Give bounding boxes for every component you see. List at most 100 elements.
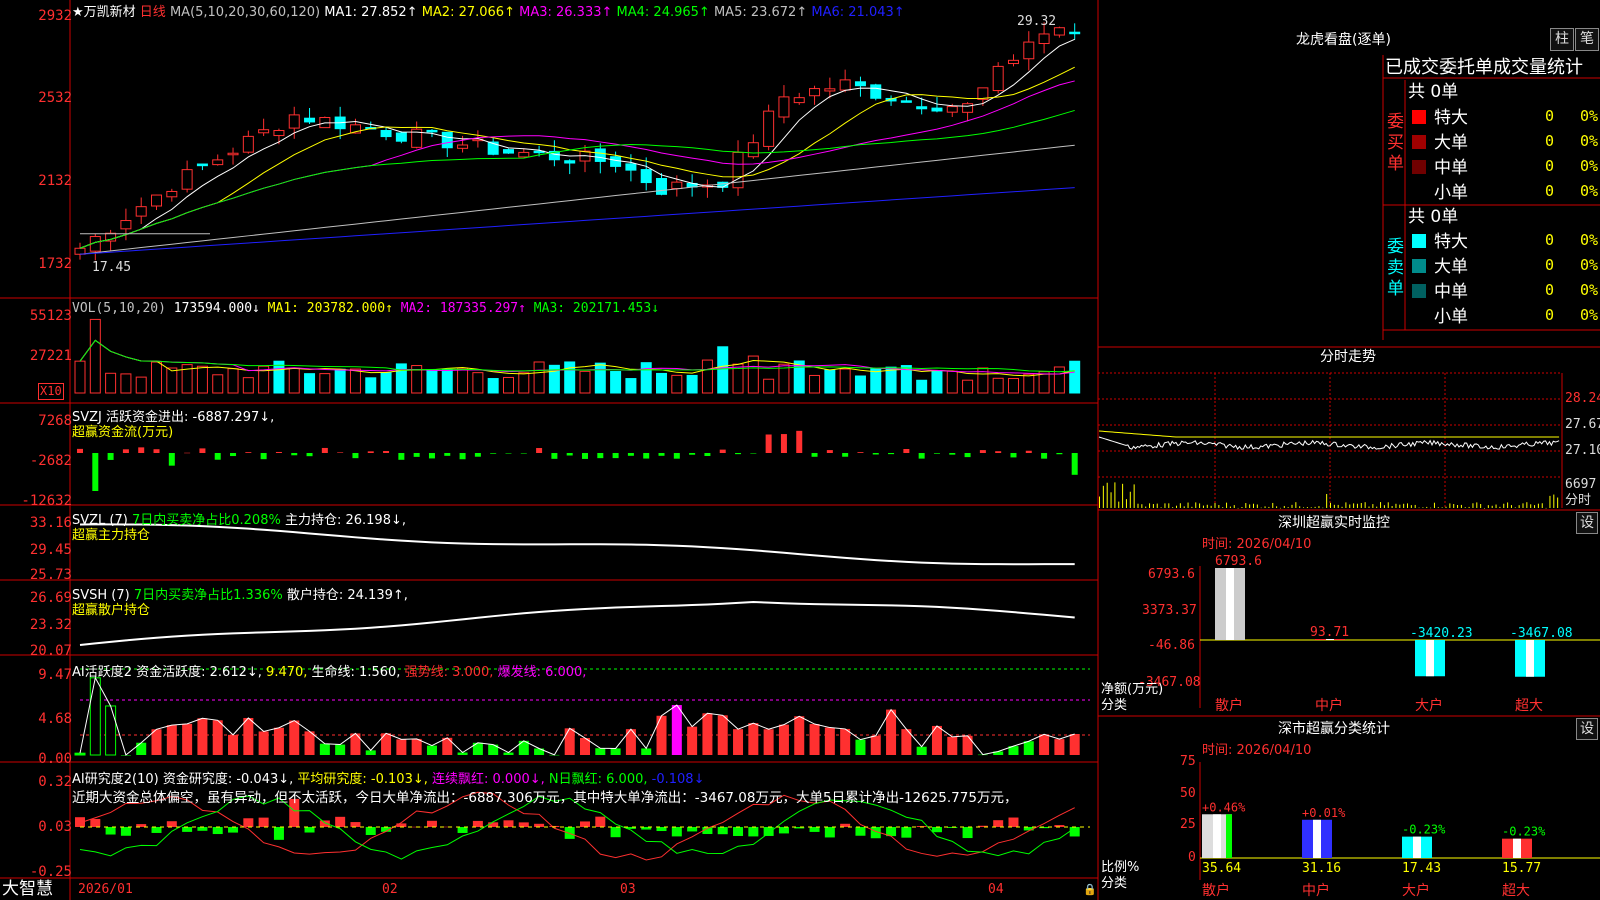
flow-bar [275, 451, 282, 453]
volume-bar [105, 372, 117, 394]
activity-bar [947, 736, 958, 755]
flow-bar [658, 453, 665, 456]
activity-bar [304, 731, 315, 755]
intraday-volume-bar [1372, 504, 1374, 508]
flow-bar [107, 453, 114, 460]
monitor-y-tick: -46.86 [1148, 638, 1195, 653]
intraday-volume-bar [1102, 485, 1104, 508]
sell-order-row: 大单 0 0% [1410, 255, 1600, 277]
monitor-settings-button[interactable]: 设 [1576, 512, 1598, 534]
buy-total: 共 0单 [1408, 82, 1459, 102]
research-bar [304, 827, 315, 833]
intraday-volume-bar [1480, 504, 1482, 508]
volume-bar [992, 377, 1004, 394]
volume-bar [457, 367, 469, 394]
flow-bar [138, 447, 145, 453]
low-price-label: 17.45 [92, 260, 132, 275]
flow-bar [627, 453, 634, 456]
ai1-y-tick: 0.00 [38, 751, 72, 767]
volume-bar [854, 375, 866, 394]
activity-bar [763, 729, 774, 755]
candle-body [1069, 31, 1081, 35]
candle-body [426, 129, 438, 133]
intraday-volume-bar [1287, 507, 1289, 508]
candle-body [441, 131, 453, 149]
sell-order-name: 特大 [1434, 232, 1468, 252]
activity-bar [319, 743, 330, 755]
date-tick: 02 [382, 882, 398, 897]
research-bar [610, 827, 621, 838]
activity-bar [855, 739, 866, 755]
intraday-price-tick: 28.24 [1565, 391, 1600, 406]
svzj-subtitle: 超赢资金流(万元) [72, 425, 174, 440]
stats-y-tick: 75 [1180, 754, 1196, 769]
ai2-research: 资金研究度: -0.043↓, [162, 772, 294, 787]
dragon-panel-title: 龙虎看盘(逐单) [1296, 32, 1391, 48]
flow-bar [1041, 453, 1048, 459]
volume-bar [610, 371, 622, 394]
flow-bar [536, 448, 543, 453]
intraday-volume-bar [1214, 503, 1216, 508]
intraday-volume-bar [1145, 506, 1147, 508]
flow-bar [612, 453, 619, 459]
activity-bar [641, 748, 652, 755]
svzj-y-tick: -12632 [21, 493, 72, 509]
flow-bar [719, 449, 726, 453]
intraday-volume-bar [1487, 505, 1489, 508]
intraday-volume-bar [1226, 502, 1228, 508]
sell-order-name: 小单 [1434, 307, 1468, 327]
candle-body [135, 206, 147, 217]
vol-value: 173594.000↓ [173, 301, 260, 316]
intraday-title: 分时走势 [1320, 349, 1376, 365]
intraday-volume-bar [1337, 504, 1339, 508]
research-bar [335, 816, 346, 827]
flow-bar [520, 453, 527, 454]
lock-icon[interactable]: 🔒 [1083, 882, 1097, 897]
intraday-volume-bar [1110, 492, 1112, 508]
intraday-volume-bar [1541, 503, 1543, 508]
flow-bar [291, 453, 298, 456]
intraday-volume-bar [1445, 506, 1447, 508]
volume-bar [640, 362, 652, 394]
stats-settings-button[interactable]: 设 [1576, 718, 1598, 740]
flow-bar [704, 453, 711, 457]
intraday-volume-bar [1133, 484, 1135, 508]
ma6-value: MA6: 21.043↑ [811, 5, 905, 20]
flow-bar [1056, 453, 1063, 455]
monitor-value-label: -3420.23 [1410, 626, 1473, 641]
activity-bar [136, 742, 147, 755]
activity-bar [335, 744, 346, 755]
intraday-volume-bar [1125, 499, 1127, 508]
volume-bar [365, 377, 377, 394]
volume-bar [242, 377, 254, 394]
intraday-volume-bar [1399, 504, 1401, 508]
ai2-y-tick: 0.32 [38, 774, 72, 790]
research-bar [503, 820, 514, 827]
bar-mode-button[interactable]: 柱 [1550, 28, 1574, 51]
intraday-volume-bar [1218, 504, 1220, 508]
candle-body [564, 160, 576, 164]
intraday-volume-bar [1380, 502, 1382, 508]
kline-chart-canvas[interactable]: 6793.6 散户 93.71 中户 -3420.23 大户 -3467.08 超大 +0.46… [0, 0, 1600, 900]
intraday-volume-bar [1118, 501, 1120, 508]
flow-bar [459, 453, 466, 460]
monitor-y-tick: 3373.37 [1142, 603, 1197, 618]
stock-title[interactable]: ★万凯新材 [72, 5, 136, 20]
monitor-category-label: 大户 [1415, 697, 1443, 714]
pen-mode-button[interactable]: 笔 [1575, 28, 1599, 51]
intraday-volume-bar [1387, 502, 1389, 508]
stats-bar-highlight [1413, 836, 1421, 858]
research-bar [733, 827, 744, 836]
intraday-volume-bar [1149, 503, 1151, 508]
period-label[interactable]: 日线 [140, 5, 166, 20]
activity-bar [442, 737, 453, 755]
candle-body [258, 129, 270, 134]
candle-body [962, 103, 974, 113]
date-tick: 04 [988, 882, 1004, 897]
research-bar [488, 822, 499, 827]
activity-bar [289, 720, 300, 755]
intraday-volume-bar [1484, 507, 1485, 509]
activity-bar [228, 734, 239, 755]
flow-bar [153, 449, 160, 453]
intraday-volume-bar [1299, 506, 1301, 508]
